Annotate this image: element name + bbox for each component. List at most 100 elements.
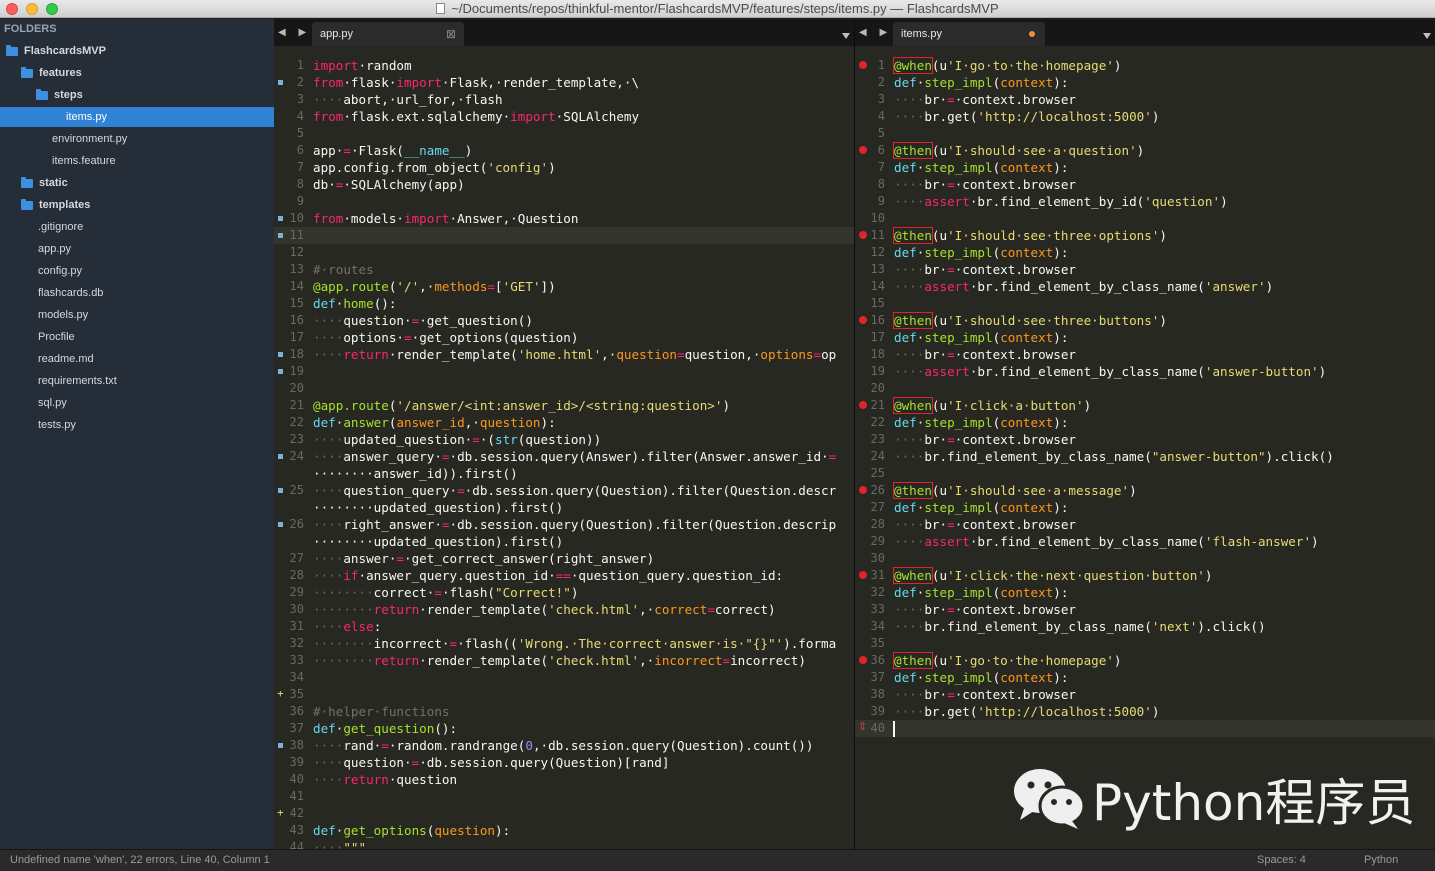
code-line[interactable]: 9	[274, 193, 854, 210]
code-line[interactable]: 30 ········return·render_template('check.…	[274, 601, 854, 618]
code-line[interactable]: 14 ····assert·br.find_element_by_class_na…	[855, 278, 1435, 295]
code-line[interactable]: 13 #·routes	[274, 261, 854, 278]
code-line[interactable]: 8 db·=·SQLAlchemy(app)	[274, 176, 854, 193]
sidebar-file[interactable]: .gitignore	[0, 217, 274, 237]
code-line[interactable]: 12	[274, 244, 854, 261]
sidebar-folder[interactable]: templates	[0, 195, 274, 215]
sidebar-folder[interactable]: steps	[0, 85, 274, 105]
sidebar-file[interactable]: environment.py	[0, 129, 274, 149]
code-line[interactable]: 23 ····br·=·context.browser	[855, 431, 1435, 448]
code-line[interactable]: 21 @when(u'I·click·a·button')	[855, 397, 1435, 414]
code-line[interactable]: 39 ····br.get('http://localhost:5000')	[855, 703, 1435, 720]
code-line[interactable]: 8 ····br·=·context.browser	[855, 176, 1435, 193]
code-line[interactable]: 10 from·models·import·Answer,·Question	[274, 210, 854, 227]
sidebar-file[interactable]: items.py	[0, 107, 274, 127]
sidebar-file[interactable]: requirements.txt	[0, 371, 274, 391]
sidebar-file[interactable]: config.py	[0, 261, 274, 281]
code-line[interactable]: 9 ····assert·br.find_element_by_id('quest…	[855, 193, 1435, 210]
code-line[interactable]: 28 ····if·answer_query.question_id·==·que…	[274, 567, 854, 584]
code-line[interactable]: 4 from·flask.ext.sqlalchemy·import·SQLAlc…	[274, 108, 854, 125]
code-line[interactable]: 36 #·helper·functions	[274, 703, 854, 720]
tab-app-py[interactable]: app.py ⊠	[312, 22, 464, 46]
code-line[interactable]: 31 ····else:	[274, 618, 854, 635]
code-line[interactable]: +42	[274, 805, 854, 822]
sidebar-file[interactable]: sql.py	[0, 393, 274, 413]
code-line[interactable]: 5	[855, 125, 1435, 142]
sidebar-file[interactable]: app.py	[0, 239, 274, 259]
code-line[interactable]: 37 def·get_question():	[274, 720, 854, 737]
code-line[interactable]: 3 ····abort,·url_for,·flash	[274, 91, 854, 108]
code-line[interactable]: 6 app·=·Flask(__name__)	[274, 142, 854, 159]
code-line[interactable]: 16 @then(u'I·should·see·three·buttons')	[855, 312, 1435, 329]
code-line[interactable]: 13 ····br·=·context.browser	[855, 261, 1435, 278]
code-line[interactable]: 20	[274, 380, 854, 397]
code-line[interactable]: 19	[274, 363, 854, 380]
code-line[interactable]: 3 ····br·=·context.browser	[855, 91, 1435, 108]
code-line[interactable]: 43 def·get_options(question):	[274, 822, 854, 839]
code-line[interactable]: 17 ····options·=·get_options(question)	[274, 329, 854, 346]
code-line[interactable]: ········answer_id)).first()	[274, 465, 854, 482]
code-line[interactable]: 24 ····br.find_element_by_class_name("ans…	[855, 448, 1435, 465]
code-line[interactable]: 38 ····rand·=·random.randrange(0,·db.sess…	[274, 737, 854, 754]
sidebar-file[interactable]: Procfile	[0, 327, 274, 347]
code-line[interactable]: 11 @then(u'I·should·see·three·options')	[855, 227, 1435, 244]
code-line[interactable]: +35	[274, 686, 854, 703]
sidebar-file[interactable]: items.feature	[0, 151, 274, 171]
code-line[interactable]: 33 ········return·render_template('check.…	[274, 652, 854, 669]
code-line[interactable]: 11	[274, 227, 854, 244]
code-line[interactable]: 12 def·step_impl(context):	[855, 244, 1435, 261]
unsaved-dot-icon[interactable]	[1029, 31, 1035, 37]
code-line[interactable]: ········updated_question).first()	[274, 533, 854, 550]
indentation-setting[interactable]: Spaces: 4	[1257, 850, 1306, 871]
code-line[interactable]: 34	[274, 669, 854, 686]
code-line[interactable]: 14 @app.route('/',·methods=['GET'])	[274, 278, 854, 295]
code-line[interactable]: 4 ····br.get('http://localhost:5000')	[855, 108, 1435, 125]
code-line[interactable]: 32 ········incorrect·=·flash(('Wrong.·The…	[274, 635, 854, 652]
sidebar-file[interactable]: flashcards.db	[0, 283, 274, 303]
code-line[interactable]: 41	[274, 788, 854, 805]
code-line[interactable]: 10	[855, 210, 1435, 227]
code-line[interactable]: 5	[274, 125, 854, 142]
code-line[interactable]: 15 def·home():	[274, 295, 854, 312]
code-line[interactable]: 30	[855, 550, 1435, 567]
tab-nav-arrows[interactable]: ◀ ▶	[278, 27, 311, 38]
code-line[interactable]: 23 ····updated_question·=·(str(question))	[274, 431, 854, 448]
code-line[interactable]: 35	[855, 635, 1435, 652]
code-line[interactable]: 25 ····question_query·=·db.session.query(…	[274, 482, 854, 499]
tab-dropdown-icon[interactable]	[1423, 33, 1431, 39]
code-line[interactable]: 2 from·flask·import·Flask,·render_templat…	[274, 74, 854, 91]
sidebar-file[interactable]: models.py	[0, 305, 274, 325]
tab-dropdown-icon[interactable]	[842, 33, 850, 39]
close-tab-icon[interactable]: ⊠	[446, 22, 456, 46]
sidebar-folder[interactable]: features	[0, 63, 274, 83]
code-line[interactable]: 27 ····answer·=·get_correct_answer(right_…	[274, 550, 854, 567]
code-line[interactable]: 7 def·step_impl(context):	[855, 159, 1435, 176]
sidebar-file[interactable]: readme.md	[0, 349, 274, 369]
code-line[interactable]: 29 ····assert·br.find_element_by_class_na…	[855, 533, 1435, 550]
code-line[interactable]: 31 @when(u'I·click·the·next·question·butt…	[855, 567, 1435, 584]
code-line[interactable]: 22 def·step_impl(context):	[855, 414, 1435, 431]
editor-pane-items-py[interactable]: 1 @when(u'I·go·to·the·homepage') 2 def·step…	[855, 46, 1435, 849]
code-line[interactable]: 15	[855, 295, 1435, 312]
code-line[interactable]: ········updated_question).first()	[274, 499, 854, 516]
code-line[interactable]: 37 def·step_impl(context):	[855, 669, 1435, 686]
code-line[interactable]: 25	[855, 465, 1435, 482]
code-line[interactable]: 27 def·step_impl(context):	[855, 499, 1435, 516]
code-line[interactable]: 33 ····br·=·context.browser	[855, 601, 1435, 618]
code-line[interactable]: 18 ····br·=·context.browser	[855, 346, 1435, 363]
sidebar-file[interactable]: tests.py	[0, 415, 274, 435]
editor-pane-app-py[interactable]: 1 import·random 2 from·flask·import·Flask,·…	[274, 46, 854, 849]
code-line[interactable]: 39 ····question·=·db.session.query(Questi…	[274, 754, 854, 771]
code-line[interactable]: 6 @then(u'I·should·see·a·question')	[855, 142, 1435, 159]
syntax-selector[interactable]: Python	[1364, 850, 1398, 871]
code-line[interactable]: 1 import·random	[274, 57, 854, 74]
code-line[interactable]: 36 @then(u'I·go·to·the·homepage')	[855, 652, 1435, 669]
code-line[interactable]: 1 @when(u'I·go·to·the·homepage')	[855, 57, 1435, 74]
sidebar-folder[interactable]: FlashcardsMVP	[0, 41, 274, 61]
code-line[interactable]: 17 def·step_impl(context):	[855, 329, 1435, 346]
code-line[interactable]: 34 ····br.find_element_by_class_name('nex…	[855, 618, 1435, 635]
sidebar-folder[interactable]: static	[0, 173, 274, 193]
code-line[interactable]: 16 ····question·=·get_question()	[274, 312, 854, 329]
code-line[interactable]: 40 ····return·question	[274, 771, 854, 788]
code-line[interactable]: 2 def·step_impl(context):	[855, 74, 1435, 91]
